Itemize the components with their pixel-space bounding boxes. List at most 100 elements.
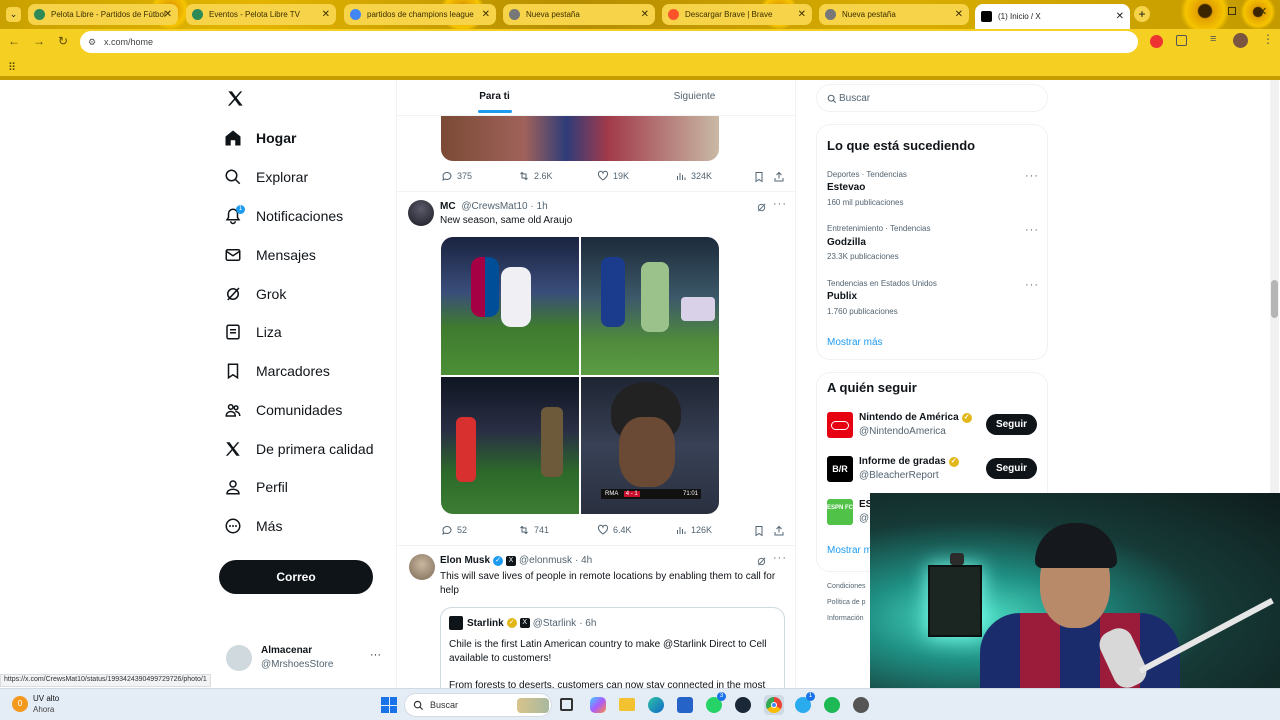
post-button[interactable]: Correo bbox=[219, 560, 373, 594]
apps-icon[interactable]: ⠿ bbox=[8, 61, 16, 74]
footer-link[interactable]: Política de p bbox=[827, 599, 866, 606]
back-icon[interactable]: ← bbox=[8, 34, 20, 48]
nav-item-bookmarks[interactable]: Marcadores bbox=[224, 359, 330, 383]
x-logo[interactable] bbox=[226, 89, 245, 108]
close-window-button[interactable]: ✕ bbox=[1258, 5, 1267, 18]
reply-button[interactable]: 375 bbox=[441, 170, 472, 182]
close-icon[interactable]: ✕ bbox=[482, 9, 490, 20]
more-icon[interactable]: ··· bbox=[370, 649, 381, 661]
tweet[interactable]: MC @CrewsMat10 · 1h ··· New season, same… bbox=[397, 192, 795, 545]
like-button[interactable]: 6.4K bbox=[597, 524, 632, 536]
close-icon[interactable]: ✕ bbox=[641, 9, 649, 20]
close-icon[interactable]: ✕ bbox=[322, 9, 330, 20]
avatar[interactable] bbox=[408, 200, 434, 226]
chrome-icon[interactable] bbox=[764, 695, 784, 715]
bookmark-icon[interactable] bbox=[753, 525, 765, 537]
share-icon[interactable] bbox=[773, 525, 785, 537]
nav-item-grok[interactable]: Grok bbox=[224, 282, 286, 306]
more-options-icon[interactable]: ··· bbox=[1025, 170, 1039, 182]
avatar[interactable] bbox=[409, 554, 435, 580]
media-icon[interactable]: ≡ bbox=[1210, 33, 1216, 45]
reload-icon[interactable]: ↻ bbox=[58, 34, 68, 48]
nav-item-profile[interactable]: Perfil bbox=[224, 475, 288, 499]
browser-tab-active[interactable]: (1) Inicio / X ✕ bbox=[975, 4, 1130, 29]
media-photo-3[interactable] bbox=[441, 377, 579, 514]
app-icon[interactable] bbox=[853, 697, 869, 713]
browser-tab[interactable]: Eventos - Pelota Libre TV ✕ bbox=[186, 4, 336, 25]
follow-button[interactable]: Seguir bbox=[986, 414, 1037, 435]
profile-avatar[interactable] bbox=[1233, 33, 1248, 48]
views-button[interactable]: 324K bbox=[675, 170, 712, 182]
more-options-icon[interactable]: ··· bbox=[1025, 279, 1039, 291]
extension-icon[interactable] bbox=[1150, 35, 1163, 48]
show-more-link[interactable]: Mostrar más bbox=[827, 337, 883, 348]
nav-item-explore[interactable]: Explorar bbox=[224, 165, 308, 189]
nav-item-home[interactable]: Hogar bbox=[224, 126, 296, 150]
media-photo-1[interactable] bbox=[441, 237, 579, 375]
grok-icon[interactable] bbox=[756, 556, 767, 567]
follow-suggestion[interactable]: B/R Informe de gradas ✓ @BleacherReport … bbox=[827, 455, 1042, 485]
browser-tab[interactable]: Pelota Libre - Partidos de Fútbol ✕ bbox=[28, 4, 178, 25]
grok-icon[interactable] bbox=[756, 202, 767, 213]
nav-item-communities[interactable]: Comunidades bbox=[224, 398, 342, 422]
views-button[interactable]: 126K bbox=[675, 524, 712, 536]
tab-search-menu-button[interactable]: ⌄ bbox=[6, 7, 21, 22]
tweet[interactable]: Elon Musk ✓ X @elonmusk · 4h ··· This wi… bbox=[397, 546, 795, 688]
follow-button[interactable]: Seguir bbox=[986, 458, 1037, 479]
reply-button[interactable]: 52 bbox=[441, 524, 467, 536]
close-icon[interactable]: ✕ bbox=[1116, 11, 1124, 22]
tab-following[interactable]: Siguiente bbox=[592, 91, 795, 102]
close-icon[interactable]: ✕ bbox=[798, 9, 806, 20]
nav-item-more[interactable]: Más bbox=[224, 514, 282, 538]
browser-tab[interactable]: partidos de champions league ✕ bbox=[344, 4, 496, 25]
edge-icon[interactable] bbox=[648, 697, 664, 713]
repost-button[interactable]: 2.6K bbox=[518, 170, 553, 182]
browser-tab[interactable]: Nueva pestaña ✕ bbox=[819, 4, 969, 25]
weather-widget[interactable]: 0 UV alto Ahora bbox=[10, 692, 90, 718]
tweet-time[interactable]: · 4h bbox=[575, 555, 592, 566]
address-bar[interactable]: ⚙ x.com/home bbox=[80, 31, 1138, 53]
store-icon[interactable] bbox=[677, 697, 693, 713]
menu-icon[interactable]: ⋮ bbox=[1262, 32, 1274, 46]
new-tab-button[interactable]: + bbox=[1134, 6, 1150, 22]
taskbar-search[interactable]: Buscar bbox=[404, 693, 552, 717]
quote-tweet[interactable]: Starlink ✓ X @Starlink · 6h Chile is the… bbox=[440, 607, 785, 688]
repost-button[interactable]: 741 bbox=[518, 524, 549, 536]
site-info-icon[interactable]: ⚙ bbox=[88, 31, 96, 53]
media-photo-4[interactable]: RMA 4 - 1 71:01 bbox=[581, 377, 719, 514]
browser-tab[interactable]: Nueva pestaña ✕ bbox=[503, 4, 655, 25]
copilot-icon[interactable] bbox=[590, 697, 606, 713]
tab-for-you[interactable]: Para ti bbox=[397, 91, 592, 113]
more-options-icon[interactable]: ··· bbox=[1025, 224, 1039, 236]
maximize-button[interactable] bbox=[1228, 7, 1236, 15]
author-name[interactable]: Elon Musk bbox=[440, 555, 490, 566]
like-button[interactable]: 19K bbox=[597, 170, 629, 182]
forward-icon[interactable]: → bbox=[33, 34, 45, 48]
minimize-button[interactable]: — bbox=[1198, 6, 1208, 17]
more-options-icon[interactable]: ··· bbox=[773, 552, 787, 564]
browser-tab[interactable]: Descargar Brave | Brave ✕ bbox=[662, 4, 812, 25]
follow-suggestion[interactable]: Nintendo de América ✓ @NintendoAmerica S… bbox=[827, 411, 1042, 441]
task-view-icon[interactable] bbox=[560, 698, 573, 711]
account-switcher[interactable]: Almacenar @MrshoesStore ··· bbox=[226, 643, 386, 675]
spotify-icon[interactable] bbox=[824, 697, 840, 713]
close-icon[interactable]: ✕ bbox=[955, 9, 963, 20]
steam-icon[interactable] bbox=[735, 697, 751, 713]
author-handle[interactable]: @CrewsMat10 bbox=[461, 201, 527, 212]
footer-link[interactable]: Información bbox=[827, 615, 864, 622]
author-name[interactable]: MC bbox=[440, 201, 456, 212]
follow-suggestion[interactable]: ESPN FC ES @ bbox=[827, 498, 872, 528]
file-explorer-icon[interactable] bbox=[619, 698, 635, 711]
puzzle-icon[interactable] bbox=[1176, 35, 1187, 46]
nav-item-lists[interactable]: Liza bbox=[224, 320, 282, 344]
scrollbar-thumb[interactable] bbox=[1271, 280, 1278, 318]
more-options-icon[interactable]: ··· bbox=[773, 198, 787, 210]
footer-link[interactable]: Condiciones bbox=[827, 583, 866, 590]
bookmark-icon[interactable] bbox=[753, 171, 765, 183]
media-photo-2[interactable] bbox=[581, 237, 719, 375]
tweet-time[interactable]: · 1h bbox=[530, 201, 547, 212]
show-more-link[interactable]: Mostrar m bbox=[827, 545, 872, 556]
search-input[interactable]: Buscar bbox=[816, 84, 1048, 112]
share-icon[interactable] bbox=[773, 171, 785, 183]
start-button[interactable] bbox=[381, 697, 397, 713]
